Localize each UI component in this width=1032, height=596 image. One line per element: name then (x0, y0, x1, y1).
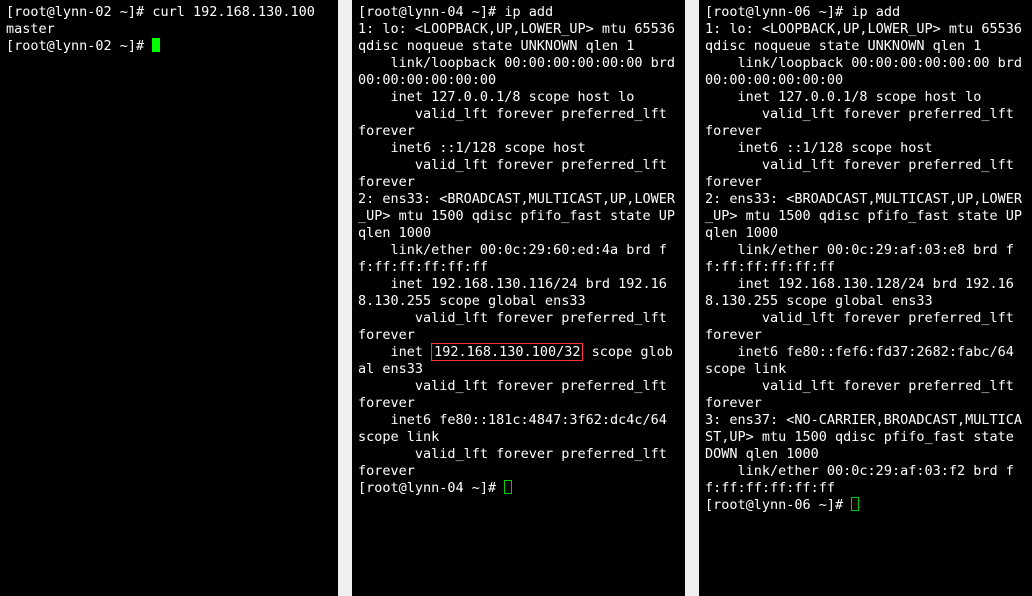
output-line: inet6 ::1/128 scope host (705, 140, 933, 156)
output-line: inet6 fe80::fef6:fd37:2682:fabc/64 scope… (705, 344, 1022, 377)
cursor-icon (152, 38, 160, 52)
shell-prompt: [root@lynn-06 ~]# (705, 4, 851, 20)
output-line: link/ether 00:0c:29:60:ed:4a brd ff:ff:f… (358, 242, 667, 275)
shell-prompt: [root@lynn-02 ~]# (6, 38, 152, 54)
output-line: valid_lft forever preferred_lft forever (705, 106, 1022, 139)
terminal-pane-lynn-04[interactable]: [root@lynn-04 ~]# ip add 1: lo: <LOOPBAC… (352, 0, 685, 596)
output-line: valid_lft forever preferred_lft forever (358, 310, 675, 343)
highlighted-ip: 192.168.130.100/32 (431, 343, 583, 361)
shell-prompt: [root@lynn-04 ~]# (358, 4, 504, 20)
terminal-pane-lynn-06[interactable]: [root@lynn-06 ~]# ip add 1: lo: <LOOPBAC… (699, 0, 1032, 596)
output-line: inet 192.168.130.100/32 scope global ens… (358, 343, 673, 377)
output-line: 2: ens33: <BROADCAST,MULTICAST,UP,LOWER_… (705, 191, 1030, 241)
output-line: link/loopback 00:00:00:00:00:00 brd 00:0… (358, 55, 683, 88)
output-line: link/ether 00:0c:29:af:03:f2 brd ff:ff:f… (705, 463, 1014, 496)
output-line: 2: ens33: <BROADCAST,MULTICAST,UP,LOWER_… (358, 191, 683, 241)
pane-divider[interactable] (338, 0, 352, 596)
output-line: valid_lft forever preferred_lft forever (358, 106, 675, 139)
output-line: 1: lo: <LOOPBACK,UP,LOWER_UP> mtu 65536 … (358, 21, 683, 54)
output-line: inet 192.168.130.128/24 brd 192.168.130.… (705, 276, 1014, 309)
cursor-icon (504, 480, 512, 494)
output-line: valid_lft forever preferred_lft forever (705, 157, 1022, 190)
output-line: master (6, 21, 55, 37)
output-line: inet 192.168.130.116/24 brd 192.168.130.… (358, 276, 667, 309)
terminal-pane-lynn-02[interactable]: [root@lynn-02 ~]# curl 192.168.130.100 m… (0, 0, 338, 596)
command-text: ip add (851, 4, 900, 20)
command-text: ip add (504, 4, 553, 20)
output-line: link/loopback 00:00:00:00:00:00 brd 00:0… (705, 55, 1030, 88)
output-line: 1: lo: <LOOPBACK,UP,LOWER_UP> mtu 65536 … (705, 21, 1030, 54)
output-line: valid_lft forever preferred_lft forever (705, 378, 1022, 411)
cursor-icon (851, 497, 859, 511)
command-text: curl 192.168.130.100 (152, 4, 315, 20)
shell-prompt: [root@lynn-04 ~]# (358, 480, 504, 496)
output-line: link/ether 00:0c:29:af:03:e8 brd ff:ff:f… (705, 242, 1014, 275)
output-line: 3: ens37: <NO-CARRIER,BROADCAST,MULTICAS… (705, 412, 1022, 462)
pane-divider[interactable] (685, 0, 699, 596)
shell-prompt: [root@lynn-06 ~]# (705, 497, 851, 513)
output-line: valid_lft forever preferred_lft forever (705, 310, 1022, 343)
output-line: inet6 ::1/128 scope host (358, 140, 586, 156)
output-line: valid_lft forever preferred_lft forever (358, 378, 675, 411)
output-line: inet6 fe80::181c:4847:3f62:dc4c/64 scope… (358, 412, 675, 445)
output-line: inet 127.0.0.1/8 scope host lo (358, 89, 634, 105)
output-line: valid_lft forever preferred_lft forever (358, 446, 675, 479)
shell-prompt: [root@lynn-02 ~]# (6, 4, 152, 20)
output-line: valid_lft forever preferred_lft forever (358, 157, 675, 190)
output-line: inet 127.0.0.1/8 scope host lo (705, 89, 981, 105)
